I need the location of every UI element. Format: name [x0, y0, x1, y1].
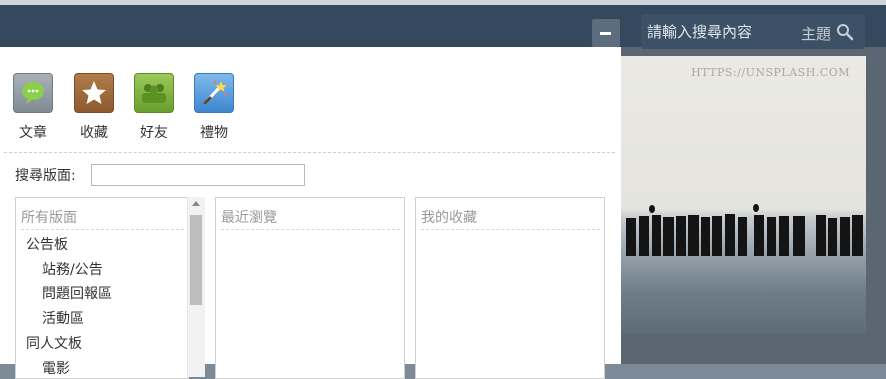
- quick-link-friends[interactable]: 好友: [129, 73, 179, 142]
- quick-link-label: 好友: [140, 125, 168, 141]
- board-category-item[interactable]: 公告板: [26, 234, 68, 254]
- section-divider: [4, 152, 615, 153]
- my-favorites-list: 我的收藏: [415, 197, 605, 379]
- top-edge: [0, 0, 886, 5]
- quick-link-favorites[interactable]: 收藏: [69, 73, 119, 142]
- star-icon: [74, 73, 114, 113]
- board-item[interactable]: 站務/公告: [42, 259, 103, 279]
- scroll-up-arrow-icon[interactable]: [192, 201, 200, 206]
- search-input[interactable]: [647, 22, 787, 42]
- pier-posts-illustration: [626, 204, 863, 256]
- quick-link-label: 收藏: [80, 125, 108, 141]
- scrollbar-thumb[interactable]: [190, 215, 202, 305]
- board-category-item[interactable]: 同人文板: [26, 333, 82, 353]
- quick-link-label: 文章: [19, 125, 47, 141]
- search-icon[interactable]: [836, 23, 854, 41]
- recent-boards-list: 最近瀏覽: [215, 197, 405, 379]
- site-search: 主題: [641, 14, 865, 49]
- search-scope-select[interactable]: 主題: [801, 23, 831, 44]
- quick-link-label: 禮物: [200, 125, 228, 141]
- my-favorites-title: 我的收藏: [421, 207, 600, 230]
- board-item[interactable]: 電影: [42, 358, 70, 378]
- background-photo: HTTPS://UNSPLASH.COM: [621, 56, 866, 334]
- quick-link-gifts[interactable]: 禮物: [189, 73, 239, 142]
- board-item[interactable]: 活動區: [42, 308, 84, 328]
- recent-boards-title: 最近瀏覽: [221, 207, 400, 230]
- quick-link-articles[interactable]: 文章: [8, 73, 58, 142]
- friends-icon: [134, 73, 174, 113]
- magic-wand-icon: [194, 73, 234, 113]
- board-search-input[interactable]: [91, 164, 305, 186]
- all-boards-scrollbar[interactable]: [187, 197, 205, 377]
- all-boards-title: 所有版面: [21, 207, 184, 230]
- board-navigation-panel: 文章 收藏 好友 禮物 搜尋版面: 所有版面 公告板 站務/公告 問題回報區 活…: [0, 47, 621, 379]
- board-item[interactable]: 問題回報區: [42, 283, 112, 303]
- speech-bubble-icon: [13, 73, 53, 113]
- minimize-panel-button[interactable]: [592, 19, 620, 47]
- board-search-label: 搜尋版面:: [15, 168, 76, 184]
- minus-icon: [600, 32, 611, 35]
- all-boards-list: 所有版面 公告板 站務/公告 問題回報區 活動區 同人文板 電影: [15, 197, 189, 379]
